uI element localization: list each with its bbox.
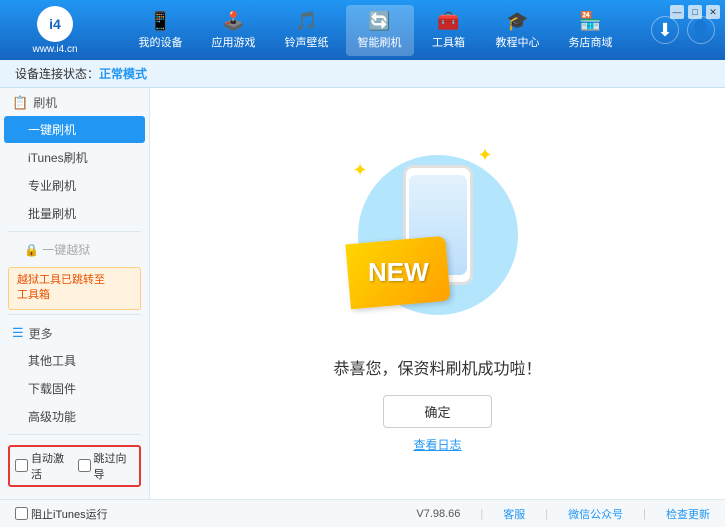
device-details: iPhone 15 Pro Max 512GB iPhone: [36, 497, 141, 499]
nav-ringtones-label: 铃声壁纸: [285, 34, 329, 50]
pro-flash-label: 专业刷机: [28, 179, 76, 193]
sidebar-bottom: 自动激活 跳过向导 📱 iPhone 15 Pro Max 512GB iPho…: [0, 439, 149, 499]
sidebar-section-flash: 📋 刷机: [0, 88, 149, 115]
logo-icon: i4: [37, 6, 73, 42]
sidebar-divider-2: [8, 314, 141, 315]
footer-div-3: |: [643, 508, 646, 520]
window-controls: — □ ✕: [670, 5, 720, 19]
status-prefix: 设备连接状态：: [15, 65, 99, 82]
sparkle-left: ✦: [353, 160, 368, 181]
sidebar-item-one-key-flash[interactable]: 一键刷机: [4, 116, 145, 143]
nav-business[interactable]: 🏪 务店商域: [557, 5, 625, 56]
checkbox-row: 自动激活 跳过向导: [8, 445, 141, 487]
footer-customer-service[interactable]: 客服: [503, 506, 525, 522]
device-info: 📱 iPhone 15 Pro Max 512GB iPhone: [8, 493, 141, 499]
sidebar-item-batch-flash[interactable]: 批量刷机: [4, 200, 145, 227]
disabled-label: 一键越狱: [42, 243, 90, 257]
itunes-flash-label: iTunes刷机: [28, 151, 88, 165]
toolbox-icon: 🧰: [437, 11, 459, 32]
footer-block-itunes-label: 阻止iTunes运行: [31, 506, 108, 522]
apps-games-icon: 🕹️: [222, 11, 244, 32]
sidebar: 📋 刷机 一键刷机 iTunes刷机 专业刷机 批量刷机 🔒 一键越狱 越狱工具…: [0, 88, 150, 499]
nav-apps-games[interactable]: 🕹️ 应用游戏: [200, 5, 268, 56]
device-name: iPhone 15 Pro Max: [36, 497, 141, 499]
disabled-icon: 🔒: [24, 243, 39, 257]
footer-block-itunes-checkbox[interactable]: 阻止iTunes运行: [15, 506, 108, 522]
batch-flash-label: 批量刷机: [28, 207, 76, 221]
sidebar-item-itunes-flash[interactable]: iTunes刷机: [4, 144, 145, 171]
footer-wechat[interactable]: 微信公众号: [568, 506, 623, 522]
sidebar-item-other-tools[interactable]: 其他工具: [4, 347, 145, 374]
new-ribbon: NEW: [345, 235, 450, 308]
flash-section-icon: 📋: [12, 95, 28, 111]
tutorials-icon: 🎓: [506, 11, 528, 32]
footer-div-2: |: [545, 508, 548, 520]
nav-my-device[interactable]: 📱 我的设备: [127, 5, 195, 56]
more-section-icon: ☰: [12, 325, 24, 341]
my-device-icon: 📱: [149, 11, 171, 32]
nav-ringtones[interactable]: 🎵 铃声壁纸: [273, 5, 341, 56]
nav-toolbox[interactable]: 🧰 工具箱: [419, 5, 479, 56]
one-key-flash-label: 一键刷机: [28, 123, 76, 137]
success-illustration: ✦ ✦ NEW: [348, 135, 528, 335]
logo-text: i4: [49, 16, 61, 32]
user-button[interactable]: 👤: [687, 16, 715, 44]
nav-toolbox-label: 工具箱: [432, 34, 465, 50]
header: i4 www.i4.cn 📱 我的设备 🕹️ 应用游戏 🎵 铃声壁纸 🔄 智能刷…: [0, 0, 725, 60]
skip-guide-label: 跳过向导: [94, 450, 135, 482]
business-icon: 🏪: [579, 11, 601, 32]
header-right: ⬇ 👤: [651, 16, 715, 44]
download-firmware-label: 下载固件: [28, 382, 76, 396]
nav-smart-flash-label: 智能刷机: [358, 34, 402, 50]
main-layout: 📋 刷机 一键刷机 iTunes刷机 专业刷机 批量刷机 🔒 一键越狱 越狱工具…: [0, 88, 725, 499]
footer-block-itunes-input[interactable]: [15, 507, 28, 520]
nav-smart-flash[interactable]: 🔄 智能刷机: [346, 5, 414, 56]
sparkle-right: ✦: [478, 145, 493, 166]
minimize-button[interactable]: —: [670, 5, 684, 19]
logo-sub: www.i4.cn: [32, 44, 77, 55]
close-button[interactable]: ✕: [706, 5, 720, 19]
success-title: 恭喜您，保资料刷机成功啦！: [333, 355, 541, 379]
download-button[interactable]: ⬇: [651, 16, 679, 44]
skip-guide-input[interactable]: [78, 459, 91, 472]
sidebar-disabled-jailbreak: 🔒 一键越狱: [0, 236, 149, 263]
sidebar-divider-3: [8, 434, 141, 435]
advanced-label: 高级功能: [28, 410, 76, 424]
flash-section-label: 刷机: [33, 94, 57, 111]
other-tools-label: 其他工具: [28, 354, 76, 368]
confirm-button[interactable]: 确定: [383, 395, 491, 428]
nav-tutorials-label: 教程中心: [496, 34, 540, 50]
sidebar-item-advanced[interactable]: 高级功能: [4, 403, 145, 430]
footer-check-update[interactable]: 检查更新: [666, 506, 710, 522]
maximize-button[interactable]: □: [688, 5, 702, 19]
auto-activate-input[interactable]: [15, 459, 28, 472]
more-section-label: 更多: [29, 325, 53, 342]
status-bar: 设备连接状态： 正常模式: [0, 60, 725, 88]
auto-activate-checkbox[interactable]: 自动激活: [15, 450, 72, 482]
log-link[interactable]: 查看日志: [413, 436, 461, 453]
nav-apps-games-label: 应用游戏: [212, 34, 256, 50]
content-area: ✦ ✦ NEW 恭喜您，保资料刷机成功啦！ 确定 查看日志: [150, 88, 725, 499]
sidebar-item-download-firmware[interactable]: 下载固件: [4, 375, 145, 402]
status-mode: 正常模式: [99, 65, 147, 82]
footer-div-1: |: [480, 508, 483, 520]
smart-flash-icon: 🔄: [368, 11, 390, 32]
footer-version: V7.98.66: [416, 508, 460, 520]
nav-tutorials[interactable]: 🎓 教程中心: [484, 5, 552, 56]
footer: 阻止iTunes运行 V7.98.66 | 客服 | 微信公众号 | 检查更新: [0, 499, 725, 527]
nav-my-device-label: 我的设备: [139, 34, 183, 50]
sidebar-section-more: ☰ 更多: [0, 319, 149, 346]
logo-area: i4 www.i4.cn: [10, 6, 100, 55]
new-label: NEW: [367, 257, 428, 288]
auto-activate-label: 自动激活: [31, 450, 72, 482]
sidebar-warning-box: 越狱工具已跳转至工具箱: [8, 267, 141, 310]
warning-text: 越狱工具已跳转至工具箱: [17, 274, 105, 301]
nav-business-label: 务店商域: [569, 34, 613, 50]
skip-guide-checkbox[interactable]: 跳过向导: [78, 450, 135, 482]
sidebar-item-pro-flash[interactable]: 专业刷机: [4, 172, 145, 199]
nav-bar: 📱 我的设备 🕹️ 应用游戏 🎵 铃声壁纸 🔄 智能刷机 🧰 工具箱 🎓 教程中…: [110, 5, 641, 56]
sidebar-divider-1: [8, 231, 141, 232]
ringtones-icon: 🎵: [295, 11, 317, 32]
